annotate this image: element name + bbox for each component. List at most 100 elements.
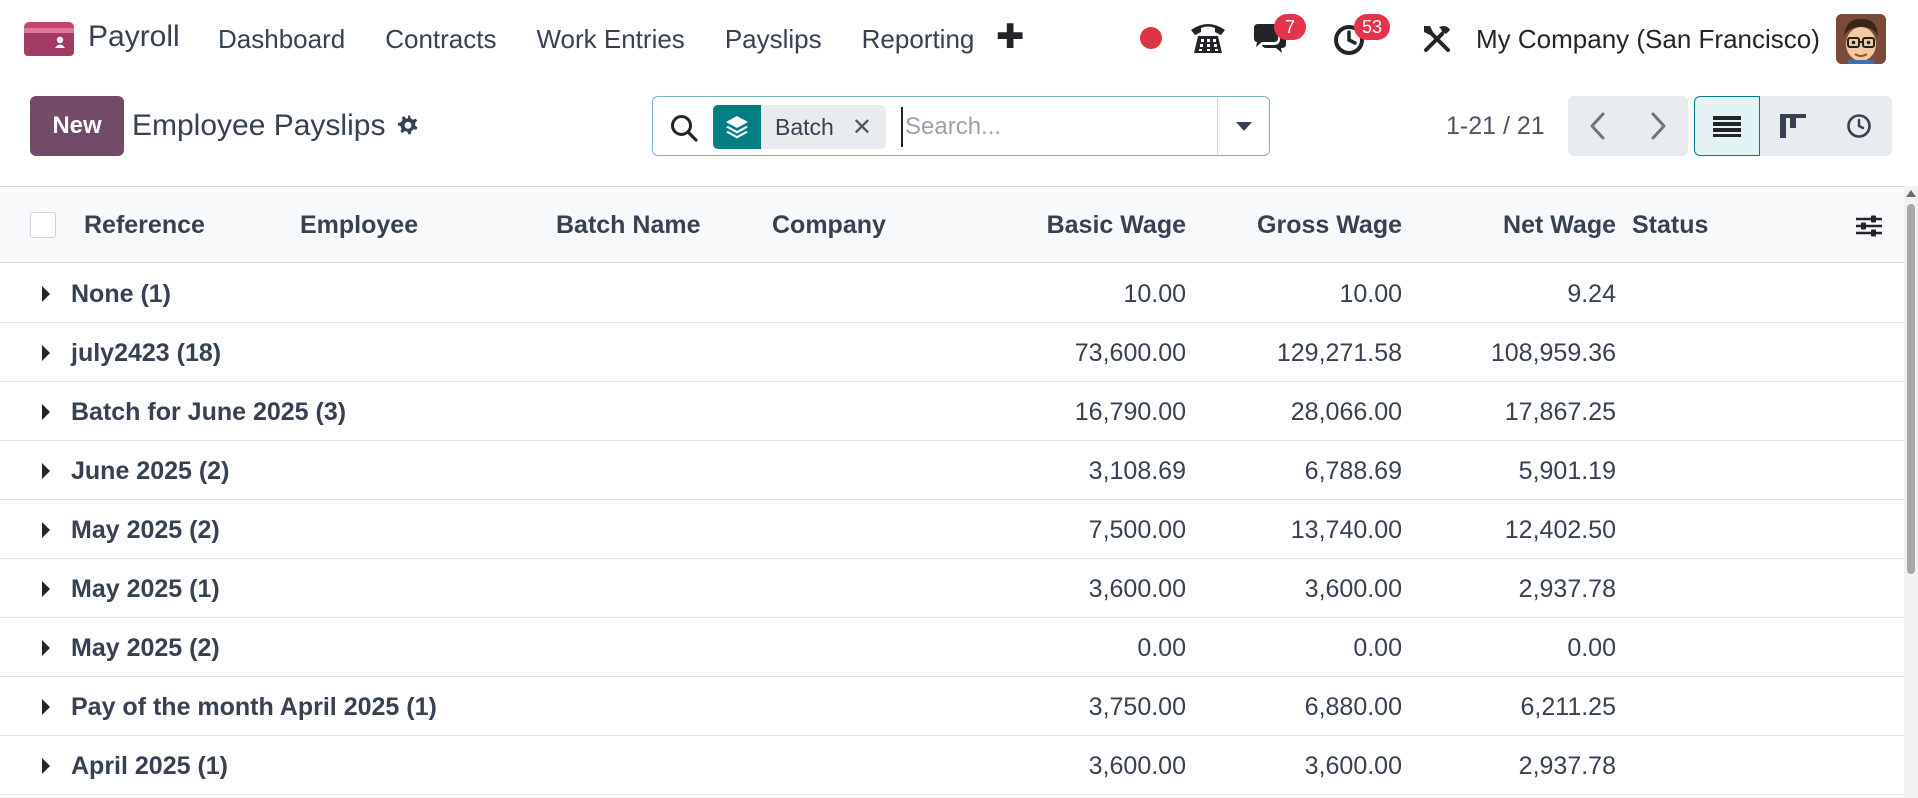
list-view-button[interactable] — [1694, 96, 1760, 156]
group-net-wage: 5,901.19 — [1518, 457, 1616, 485]
group-row[interactable]: May 2025 (2) 7,500.00 13,740.00 12,402.50 — [0, 500, 1904, 559]
layers-icon — [713, 105, 761, 149]
app-name[interactable]: Payroll — [88, 20, 180, 54]
group-net-wage: 108,959.36 — [1490, 339, 1616, 367]
column-basic-wage[interactable]: Basic Wage — [986, 209, 1186, 241]
group-row[interactable]: Batch for June 2025 (3) 16,790.00 28,066.0… — [0, 382, 1904, 441]
group-net-wage: 17,867.25 — [1504, 398, 1616, 426]
group-name: April 2025 (1) — [71, 752, 229, 780]
payroll-app-icon[interactable] — [24, 22, 74, 56]
group-net-wage: 0.00 — [1567, 634, 1616, 662]
pager-value[interactable]: 1-21 / 21 — [1446, 110, 1545, 142]
search-facet-batch: Batch ✕ — [713, 105, 886, 149]
caret-down-icon — [1235, 121, 1252, 131]
group-gross-wage: 129,271.58 — [1276, 339, 1402, 367]
caret-right-icon[interactable] — [42, 463, 50, 479]
caret-right-icon[interactable] — [42, 404, 50, 420]
menu-contracts[interactable]: Contracts — [385, 22, 496, 56]
group-net-wage: 9.24 — [1567, 280, 1616, 308]
tools-icon[interactable] — [1420, 22, 1454, 56]
group-net-wage: 6,211.25 — [1520, 693, 1616, 721]
table-header: Reference Employee Batch Name Company Ba… — [0, 187, 1904, 263]
caret-right-icon[interactable] — [42, 345, 50, 361]
user-avatar[interactable] — [1836, 14, 1886, 64]
pager-previous-button[interactable] — [1568, 96, 1628, 156]
group-row[interactable]: Pay of the month April 2025 (1) 3,750.00 6… — [0, 677, 1904, 736]
group-gross-wage: 6,880.00 — [1304, 693, 1402, 721]
group-name: july2423 (18) — [71, 339, 222, 367]
group-row[interactable]: May 2025 (1) 3,600.00 3,600.00 2,937.78 — [0, 559, 1904, 618]
gear-icon[interactable] — [396, 114, 420, 138]
caret-right-icon[interactable] — [42, 699, 50, 715]
group-basic-wage: 3,108.69 — [1088, 457, 1186, 485]
group-name: May 2025 (2) — [71, 516, 220, 544]
search-options-toggle[interactable] — [1217, 97, 1269, 155]
group-name: Pay of the month April 2025 (1) — [71, 693, 437, 721]
payslip-list: Reference Employee Batch Name Company Ba… — [0, 186, 1904, 798]
caret-right-icon[interactable] — [42, 522, 50, 538]
group-net-wage: 2,937.78 — [1518, 752, 1616, 780]
group-gross-wage: 10.00 — [1339, 280, 1402, 308]
new-button[interactable]: New — [30, 96, 124, 156]
group-net-wage: 2,937.78 — [1518, 575, 1616, 603]
page-title: Employee Payslips — [132, 109, 386, 142]
caret-right-icon[interactable] — [42, 640, 50, 656]
main-menu: Dashboard Contracts Work Entries Payslip… — [218, 22, 1014, 56]
plus-icon[interactable]: ✚ — [996, 20, 1025, 54]
caret-right-icon[interactable] — [42, 581, 50, 597]
column-batch-name[interactable]: Batch Name — [556, 209, 701, 241]
column-reference[interactable]: Reference — [84, 209, 205, 241]
list-view-icon — [1713, 116, 1741, 137]
chat-badge: 7 — [1274, 14, 1306, 40]
group-name: Batch for June 2025 (3) — [71, 398, 347, 426]
clock-icon — [1847, 114, 1871, 138]
column-gross-wage[interactable]: Gross Wage — [1202, 209, 1402, 241]
group-net-wage: 12,402.50 — [1504, 516, 1616, 544]
group-gross-wage: 13,740.00 — [1290, 516, 1402, 544]
close-icon[interactable]: ✕ — [852, 113, 886, 142]
search-bar: Batch ✕ — [652, 96, 1270, 156]
group-row[interactable]: None (1) 10.00 10.00 9.24 — [0, 264, 1904, 323]
group-gross-wage: 6,788.69 — [1304, 457, 1402, 485]
search-icon[interactable] — [669, 113, 699, 143]
menu-payslips[interactable]: Payslips — [725, 22, 822, 56]
group-gross-wage: 0.00 — [1353, 634, 1402, 662]
group-name: May 2025 (2) — [71, 634, 220, 662]
group-row[interactable]: May 2025 (2) 0.00 0.00 0.00 — [0, 618, 1904, 677]
phone-icon[interactable] — [1188, 20, 1228, 56]
activity-view-button[interactable] — [1826, 96, 1892, 156]
group-basic-wage: 3,750.00 — [1088, 693, 1186, 721]
group-basic-wage: 73,600.00 — [1074, 339, 1186, 367]
company-switcher[interactable]: My Company (San Francisco) — [1476, 22, 1820, 56]
chevron-left-icon — [1590, 112, 1605, 140]
group-basic-wage: 3,600.00 — [1088, 752, 1186, 780]
menu-reporting[interactable]: Reporting — [862, 22, 975, 56]
group-row[interactable]: April 2025 (1) 3,600.00 3,600.00 2,937.78 — [0, 736, 1904, 795]
pager-next-button[interactable] — [1628, 96, 1688, 156]
column-company[interactable]: Company — [772, 209, 886, 241]
menu-dashboard[interactable]: Dashboard — [218, 22, 345, 56]
optional-columns-icon[interactable] — [1854, 213, 1884, 239]
scroll-up-arrow-icon[interactable] — [1906, 190, 1916, 197]
top-navbar: Payroll Dashboard Contracts Work Entries… — [0, 0, 1918, 78]
kanban-view-button[interactable] — [1760, 96, 1826, 156]
menu-work-entries[interactable]: Work Entries — [536, 22, 684, 56]
search-input[interactable] — [901, 107, 1201, 147]
group-basic-wage: 16,790.00 — [1074, 398, 1186, 426]
column-status[interactable]: Status — [1632, 209, 1708, 241]
group-basic-wage: 7,500.00 — [1088, 516, 1186, 544]
group-name: May 2025 (1) — [71, 575, 220, 603]
vertical-scrollbar[interactable] — [1904, 186, 1918, 798]
scrollbar-thumb[interactable] — [1907, 204, 1915, 574]
column-net-wage[interactable]: Net Wage — [1416, 209, 1616, 241]
group-row[interactable]: June 2025 (2) 3,108.69 6,788.69 5,901.19 — [0, 441, 1904, 500]
status-dot-icon[interactable] — [1140, 27, 1162, 49]
caret-right-icon[interactable] — [42, 758, 50, 774]
group-row[interactable]: july2423 (18) 73,600.00 129,271.58 108,959.… — [0, 323, 1904, 382]
caret-right-icon[interactable] — [42, 286, 50, 302]
chevron-right-icon — [1651, 112, 1666, 140]
facet-label: Batch — [775, 113, 834, 140]
group-gross-wage: 28,066.00 — [1290, 398, 1402, 426]
column-employee[interactable]: Employee — [300, 209, 418, 241]
select-all-checkbox[interactable] — [30, 212, 56, 238]
